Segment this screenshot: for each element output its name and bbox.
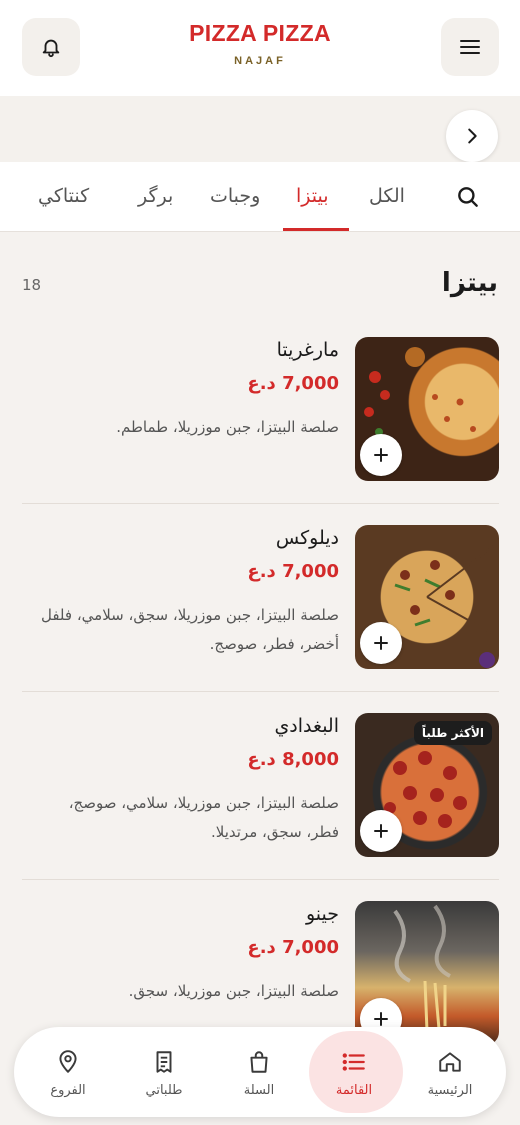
nav-menu-label: القائمة bbox=[335, 1082, 373, 1098]
nav-branches-label: الفروع bbox=[50, 1082, 86, 1098]
menu-item[interactable]: الأكثر طلباً البغدادي 8,000 د.ع صلصة الب… bbox=[22, 713, 499, 901]
item-description: صلصة البيتزا، جبن موزريلا، سلامي، صوصج، … bbox=[68, 794, 339, 841]
app-header: PIZZA PIZZA NAJAF bbox=[0, 0, 520, 96]
bottom-navigation: الرئيسية القائمة السلة طلباتي الفروع bbox=[14, 1027, 506, 1117]
nav-cart[interactable]: السلة bbox=[213, 1027, 305, 1117]
nav-home-label: الرئيسية bbox=[427, 1082, 473, 1098]
item-price: 8,000 د.ع bbox=[247, 749, 339, 770]
tab-pizza[interactable]: بيتزا bbox=[296, 185, 329, 207]
menu-item[interactable]: مارغريتا 7,000 د.ع صلصة البيتزا، جبن موز… bbox=[22, 337, 499, 525]
tab-meals[interactable]: وجبات bbox=[210, 185, 260, 207]
item-name: ديلوكس bbox=[275, 527, 339, 549]
divider bbox=[22, 503, 499, 504]
banner-next-button[interactable] bbox=[446, 110, 498, 162]
menu-button[interactable] bbox=[441, 18, 499, 76]
search-icon bbox=[458, 187, 478, 207]
item-image bbox=[355, 525, 499, 669]
nav-branches[interactable]: الفروع bbox=[22, 1027, 114, 1117]
tab-burger[interactable]: برگر bbox=[138, 185, 173, 207]
item-price: 7,000 د.ع bbox=[247, 373, 339, 394]
plus-icon bbox=[374, 448, 388, 462]
item-description: صلصة البيتزا، جبن موزريلا، سجق. bbox=[128, 982, 339, 1000]
home-icon bbox=[439, 1051, 461, 1072]
item-name: البغدادي bbox=[274, 715, 339, 737]
add-to-cart-button[interactable] bbox=[360, 810, 402, 852]
add-to-cart-button[interactable] bbox=[360, 434, 402, 476]
plus-icon bbox=[374, 824, 388, 838]
nav-menu[interactable]: القائمة bbox=[308, 1027, 403, 1117]
best-seller-badge: الأكثر طلباً bbox=[413, 721, 492, 745]
category-tabs: الكل بيتزا وجبات برگر كنتاكي bbox=[0, 162, 520, 232]
tab-kentucky[interactable]: كنتاكي bbox=[38, 185, 89, 207]
nav-orders-label: طلباتي bbox=[145, 1082, 183, 1098]
receipt-icon bbox=[156, 1050, 172, 1073]
add-to-cart-button[interactable] bbox=[360, 622, 402, 664]
nav-orders[interactable]: طلباتي bbox=[118, 1027, 210, 1117]
item-description: صلصة البيتزا، جبن موزريلا، طماطم. bbox=[116, 418, 339, 436]
item-image bbox=[355, 337, 499, 481]
shopping-bag-icon bbox=[250, 1050, 268, 1073]
promo-banner bbox=[0, 96, 520, 162]
nav-cart-label: السلة bbox=[243, 1082, 275, 1098]
search-button[interactable] bbox=[455, 184, 481, 214]
nav-home[interactable]: الرئيسية bbox=[404, 1027, 496, 1117]
item-image bbox=[355, 901, 499, 1045]
item-price: 7,000 د.ع bbox=[247, 937, 339, 958]
menu-item[interactable]: ديلوكس 7,000 د.ع صلصة البيتزا، جبن موزري… bbox=[22, 525, 499, 713]
location-pin-icon bbox=[59, 1049, 77, 1073]
item-description: صلصة البيتزا، جبن موزريلا، سجق، سلامي، ف… bbox=[40, 606, 339, 653]
item-name: مارغريتا bbox=[276, 339, 339, 361]
plus-icon bbox=[374, 636, 388, 650]
list-icon bbox=[342, 1052, 365, 1071]
item-image: الأكثر طلباً bbox=[355, 713, 499, 857]
hamburger-icon bbox=[460, 40, 480, 54]
divider bbox=[22, 879, 499, 880]
section-count: 18 bbox=[22, 276, 42, 294]
item-price: 7,000 د.ع bbox=[247, 561, 339, 582]
active-tab-indicator bbox=[283, 228, 349, 231]
plus-icon bbox=[374, 1012, 388, 1026]
divider bbox=[22, 691, 499, 692]
chevron-right-icon bbox=[468, 128, 477, 144]
item-name: جينو bbox=[305, 903, 339, 925]
section-title: بيتزا bbox=[441, 268, 498, 298]
tab-all[interactable]: الكل bbox=[369, 185, 405, 207]
